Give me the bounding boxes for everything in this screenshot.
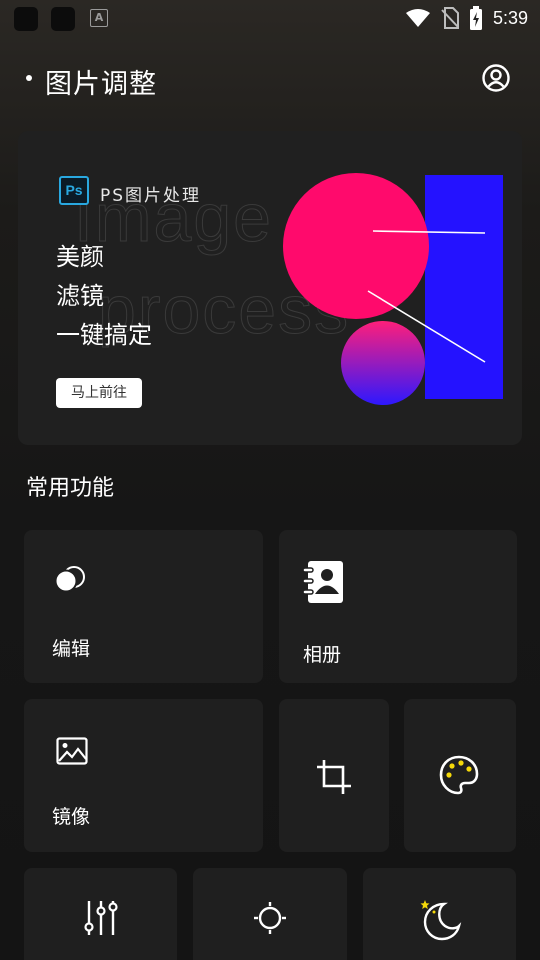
gradient-circle [341,321,425,405]
a-icon: A [90,9,108,27]
moon-star-icon [420,900,462,941]
feature-label: 编辑 [52,638,91,660]
profile-button[interactable] [481,63,511,93]
sliders-icon [84,901,118,935]
page-title: 图片调整 [45,69,157,100]
feature-card-brightness[interactable] [193,868,347,960]
no-sim-icon [441,7,459,29]
overlap-circles-icon [54,566,85,593]
feature-card-night[interactable] [363,868,516,960]
feature-label: 相册 [303,644,342,666]
ps-label: PS图片处理 [100,186,202,206]
feature-card-album[interactable]: 相册 [279,530,517,683]
palette-icon [439,755,479,795]
wifi-icon [405,9,430,27]
contacts-book-icon [302,561,343,603]
app-header: 图片调整 [0,56,540,104]
brightness-icon [254,902,286,934]
battery-icon [469,6,482,30]
crop-icon [317,760,351,794]
blue-rectangle [425,175,503,399]
status-bar: A 5:39 [0,0,540,36]
feature-card-mirror[interactable]: 镜像 [24,699,263,852]
feature-card-crop[interactable] [279,699,389,852]
image-icon [56,737,88,765]
status-time: 5:39 [492,7,528,28]
feature-card-edit[interactable]: 编辑 [24,530,263,683]
title-dot [26,75,32,81]
section-title: 常用功能 [26,476,115,501]
banner-illustration [283,173,503,405]
promo-banner[interactable]: Image process Ps PS图片处理 美颜 滤镜 一键搞定 马上前往 [18,131,522,445]
user-circle-icon [482,64,510,92]
ps-logo-icon: Ps [59,176,89,205]
banner-line-2: 滤镜 [56,282,104,310]
pink-circle [283,173,429,319]
go-now-button[interactable]: 马上前往 [56,378,142,408]
feature-card-adjust[interactable] [24,868,177,960]
app-icon [51,7,75,31]
feature-label: 镜像 [52,806,91,828]
banner-line-3: 一键搞定 [56,321,152,349]
feature-card-palette[interactable] [404,699,516,852]
app-icon [14,7,38,31]
banner-line-1: 美颜 [56,243,104,271]
